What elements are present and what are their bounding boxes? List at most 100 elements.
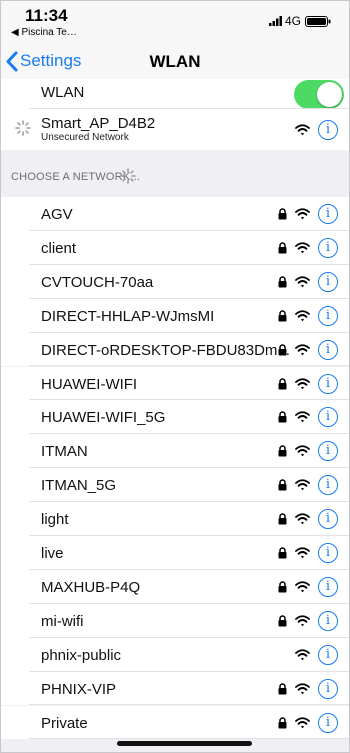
- lock-icon: [278, 207, 287, 225]
- wifi-icon: [295, 124, 310, 136]
- network-row[interactable]: DIRECT-HHLAP-WJmsMI i: [1, 298, 349, 333]
- wifi-icon: [295, 580, 310, 598]
- info-button[interactable]: i: [318, 120, 338, 140]
- network-row[interactable]: light i: [1, 502, 349, 536]
- network-ssid: light: [41, 511, 69, 529]
- network-type: 4G: [285, 14, 302, 28]
- lock-icon: [278, 309, 287, 327]
- back-to-app-link[interactable]: ◀ Piscina Te…: [11, 27, 77, 38]
- status-time: 11:34: [25, 6, 68, 25]
- wlan-toggle-row: WLAN: [1, 79, 349, 109]
- wlan-label: WLAN: [41, 84, 85, 101]
- lock-icon: [278, 682, 287, 700]
- info-button[interactable]: i: [318, 543, 338, 563]
- wifi-icon: [295, 444, 310, 462]
- wifi-icon: [295, 309, 310, 327]
- network-row[interactable]: DIRECT-oRDESKTOP-FBDU83Dm... i: [1, 332, 349, 367]
- wlan-toggle[interactable]: [294, 80, 344, 109]
- battery-icon: [305, 16, 331, 27]
- info-button[interactable]: i: [318, 475, 338, 496]
- divider: [29, 738, 349, 740]
- lock-icon: [278, 377, 287, 395]
- network-ssid: ITMAN_5G: [41, 477, 117, 495]
- info-button[interactable]: i: [318, 644, 338, 665]
- wifi-icon: [295, 241, 310, 259]
- network-row[interactable]: mi-wifi i: [1, 603, 349, 638]
- network-row[interactable]: phnix-public i: [1, 637, 349, 672]
- network-row[interactable]: HUAWEI-WIFI i: [1, 366, 349, 401]
- connecting-network-row[interactable]: Smart_AP_D4B2 Unsecured Network i: [1, 109, 349, 150]
- wifi-icon: [295, 512, 310, 530]
- lock-icon: [278, 614, 287, 632]
- network-ssid: live: [41, 545, 64, 562]
- network-ssid: HUAWEI-WIFI: [41, 375, 138, 393]
- wifi-icon: [295, 343, 310, 361]
- info-button[interactable]: i: [318, 271, 338, 292]
- network-ssid: CVTOUCH-70aa: [41, 273, 154, 291]
- wlan-settings-screen: 11:34 ◀ Piscina Te… 4G Settings WLAN WLA…: [0, 0, 350, 753]
- lock-icon: [278, 444, 287, 462]
- info-button[interactable]: i: [318, 339, 338, 360]
- network-ssid: client: [41, 239, 77, 257]
- info-button[interactable]: i: [318, 407, 338, 428]
- info-button[interactable]: i: [318, 204, 338, 224]
- wifi-icon: [295, 275, 310, 293]
- info-button[interactable]: i: [318, 373, 338, 394]
- info-button[interactable]: i: [318, 509, 338, 530]
- network-ssid: Private: [41, 714, 88, 732]
- lock-icon: [278, 241, 287, 259]
- wifi-icon: [295, 410, 310, 428]
- loading-spinner-icon: [15, 120, 31, 136]
- lock-icon: [278, 512, 287, 530]
- network-row[interactable]: live i: [1, 536, 349, 570]
- info-button[interactable]: i: [318, 305, 338, 326]
- lock-icon: [278, 343, 287, 361]
- network-ssid: DIRECT-oRDESKTOP-FBDU83Dm...: [41, 341, 290, 359]
- network-row[interactable]: Private i: [1, 705, 349, 740]
- network-row[interactable]: ITMAN_5G i: [1, 468, 349, 503]
- toggle-knob: [317, 82, 342, 107]
- network-ssid: PHNIX-VIP: [41, 680, 117, 698]
- network-row[interactable]: AGV i: [1, 197, 349, 231]
- info-button[interactable]: i: [318, 712, 338, 733]
- cellular-signal-icon: [269, 16, 282, 26]
- navigation-bar: Settings WLAN: [1, 43, 349, 80]
- network-row[interactable]: MAXHUB-P4Q i: [1, 569, 349, 604]
- network-row[interactable]: PHNIX-VIP i: [1, 671, 349, 706]
- wifi-icon: [295, 546, 310, 564]
- info-button[interactable]: i: [318, 441, 338, 462]
- section-header: CHOOSE A NETWORK...: [1, 155, 349, 197]
- network-ssid: AGV: [41, 206, 73, 223]
- wifi-icon: [295, 648, 310, 666]
- status-bar: 11:34 ◀ Piscina Te… 4G: [1, 1, 349, 43]
- network-row[interactable]: client i: [1, 230, 349, 265]
- info-button[interactable]: i: [318, 678, 338, 699]
- info-button[interactable]: i: [318, 237, 338, 258]
- network-ssid: DIRECT-HHLAP-WJmsMI: [41, 307, 215, 325]
- wifi-icon: [295, 716, 310, 734]
- wifi-icon: [295, 377, 310, 395]
- lock-icon: [278, 275, 287, 293]
- info-button[interactable]: i: [318, 576, 338, 597]
- network-row[interactable]: HUAWEI-WIFI_5G i: [1, 400, 349, 435]
- wifi-icon: [295, 207, 310, 225]
- network-ssid: phnix-public: [41, 646, 122, 664]
- lock-icon: [278, 478, 287, 496]
- home-indicator[interactable]: [117, 741, 252, 746]
- connecting-ssid: Smart_AP_D4B2: [41, 115, 156, 132]
- loading-spinner-icon: [120, 168, 136, 184]
- network-ssid: HUAWEI-WIFI_5G: [41, 409, 166, 427]
- wifi-icon: [295, 478, 310, 496]
- network-row[interactable]: CVTOUCH-70aa i: [1, 264, 349, 299]
- info-button[interactable]: i: [318, 610, 338, 631]
- network-row[interactable]: ITMAN i: [1, 434, 349, 469]
- network-ssid: mi-wifi: [41, 612, 84, 630]
- connecting-status: Unsecured Network: [41, 132, 129, 143]
- wifi-icon: [295, 614, 310, 632]
- lock-icon: [278, 410, 287, 428]
- wifi-icon: [295, 682, 310, 700]
- network-ssid: MAXHUB-P4Q: [41, 578, 141, 596]
- lock-icon: [278, 580, 287, 598]
- lock-icon: [278, 716, 287, 734]
- network-ssid: ITMAN: [41, 443, 88, 461]
